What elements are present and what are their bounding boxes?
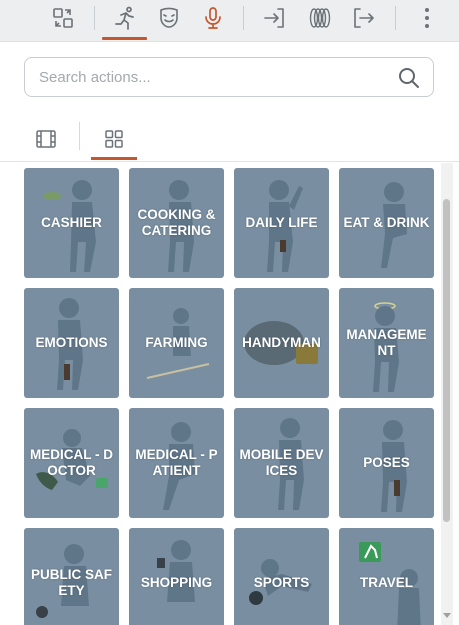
running-person-icon[interactable] [108,3,142,33]
toolbar-divider [395,6,396,30]
category-label: MEDICAL - DOCTOR [30,447,113,478]
category-label: EMOTIONS [35,335,108,350]
view-tabs [0,118,459,162]
category-tile[interactable]: PUBLIC SAFETY [24,528,119,625]
search-icon[interactable] [397,66,421,90]
toolbar-divider [243,6,244,30]
scroll-down-arrow-icon[interactable] [443,611,451,619]
category-label: CASHIER [41,215,102,230]
category-tile[interactable]: SHOPPING [129,528,224,625]
category-label: MOBILE DEVICES [239,447,324,478]
tab-divider [79,122,80,150]
toolbar-divider [94,6,95,30]
category-label: SPORTS [253,575,310,590]
category-label: MANAGEMENT [346,327,427,358]
category-label: SHOPPING [140,575,213,590]
category-tile[interactable]: TRAVEL [339,528,434,625]
microphone-icon[interactable] [196,3,230,33]
search-box [24,57,434,97]
category-tile[interactable]: DAILY LIFE [234,168,329,278]
category-tile[interactable]: SPORTS [234,528,329,625]
category-tile[interactable]: MOBILE DEVICES [234,408,329,518]
category-label: EAT & DRINK [343,215,430,230]
theater-mask-icon[interactable] [152,3,186,33]
category-label: TRAVEL [360,575,413,590]
top-toolbar [0,0,459,42]
category-label: HANDYMAN [242,335,321,350]
category-label: PUBLIC SAFETY [31,567,112,598]
category-tile[interactable]: COOKING & CATERING [129,168,224,278]
category-tile[interactable]: HANDYMAN [234,288,329,398]
enter-icon[interactable] [258,3,292,33]
swap-icon[interactable] [46,3,80,33]
category-tile[interactable]: MANAGEMENT [339,288,434,398]
category-label: MEDICAL - PATIENT [135,447,218,478]
category-tile[interactable]: POSES [339,408,434,518]
active-tab-indicator [91,157,137,160]
search-input[interactable] [39,58,379,96]
category-grid: CASHIER COOKING & CATERING DAILY LIFE EA… [0,163,441,625]
more-vertical-icon[interactable] [410,3,444,33]
category-label: FARMING [145,335,208,350]
grid-icon[interactable] [94,122,134,156]
film-icon[interactable] [26,122,66,156]
scrollbar-thumb[interactable] [443,199,450,522]
active-tool-indicator [102,37,147,40]
rings-icon[interactable] [302,3,336,33]
category-tile[interactable]: MEDICAL - PATIENT [129,408,224,518]
category-label: COOKING & CATERING [137,207,216,238]
category-tile[interactable]: EMOTIONS [24,288,119,398]
category-tile[interactable]: FARMING [129,288,224,398]
category-label: POSES [363,455,410,470]
category-tile[interactable]: MEDICAL - DOCTOR [24,408,119,518]
category-tile[interactable]: CASHIER [24,168,119,278]
exit-icon[interactable] [346,3,380,33]
category-label: DAILY LIFE [245,215,318,230]
category-tile[interactable]: EAT & DRINK [339,168,434,278]
